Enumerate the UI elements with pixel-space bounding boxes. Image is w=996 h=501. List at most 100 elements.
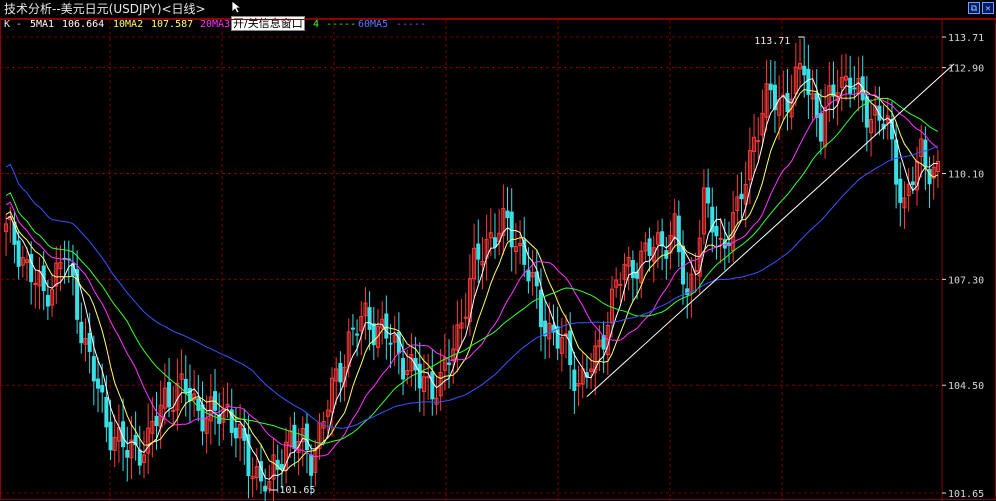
candle-body bbox=[438, 372, 443, 397]
candle-body bbox=[630, 260, 635, 279]
trendline bbox=[586, 63, 955, 397]
candle-body bbox=[555, 326, 560, 349]
y-tick-label-1: 112.90 bbox=[948, 64, 984, 75]
candle-body bbox=[522, 239, 527, 265]
candle-body bbox=[313, 449, 318, 473]
candle-body bbox=[593, 345, 598, 374]
candle-body bbox=[187, 388, 192, 402]
candle-body bbox=[426, 376, 431, 379]
candle-body bbox=[288, 430, 293, 447]
candle-body bbox=[79, 321, 84, 344]
candle-body bbox=[254, 466, 259, 479]
candle-body bbox=[70, 263, 75, 276]
candle-body bbox=[864, 96, 869, 128]
mouse-pointer-icon bbox=[231, 0, 243, 14]
y-tick-label-2: 110.10 bbox=[948, 169, 984, 180]
chart-grid bbox=[0, 19, 996, 501]
candle-body bbox=[802, 65, 807, 76]
candle-body bbox=[869, 118, 874, 134]
price-chart: 113.71 112.90 110.10 107.30 104.50 101.65 113… bbox=[0, 19, 996, 501]
candle-body bbox=[543, 320, 548, 337]
candle-body bbox=[447, 362, 452, 365]
candle-body bbox=[154, 415, 159, 427]
candle-body bbox=[175, 382, 180, 411]
candle-body bbox=[898, 178, 903, 203]
candle-body bbox=[852, 87, 857, 90]
low-label: 101.65 bbox=[279, 485, 315, 496]
candle-body bbox=[137, 449, 142, 466]
candle-body bbox=[480, 260, 485, 266]
candle-body bbox=[919, 138, 924, 158]
candle-body bbox=[50, 289, 55, 306]
ma-line-20 bbox=[5, 92, 939, 458]
candle-body bbox=[405, 370, 410, 376]
candle-body bbox=[551, 324, 556, 333]
candle-body bbox=[284, 441, 289, 471]
candle-body bbox=[614, 279, 619, 288]
candle-body bbox=[371, 323, 376, 346]
candle-body bbox=[12, 221, 17, 245]
candle-body bbox=[697, 237, 702, 277]
restore-icon[interactable]: ⧉ bbox=[968, 2, 980, 14]
candle-body bbox=[221, 408, 226, 423]
legend-ma5-dash: ----- bbox=[396, 19, 427, 30]
candle-body bbox=[735, 196, 740, 212]
candle-body bbox=[292, 424, 297, 449]
candle-body bbox=[171, 409, 176, 412]
close-icon[interactable]: ✕ bbox=[982, 2, 994, 14]
candle-body bbox=[597, 339, 602, 348]
candle-body bbox=[889, 118, 894, 140]
candle-body bbox=[309, 454, 314, 476]
candle-body bbox=[162, 387, 167, 409]
candle-body bbox=[927, 168, 932, 185]
candle-body bbox=[325, 409, 330, 417]
candle-body bbox=[204, 418, 209, 434]
candle-body bbox=[760, 112, 765, 136]
candle-body bbox=[568, 330, 573, 366]
candle-body bbox=[125, 449, 130, 458]
candle-body bbox=[693, 270, 698, 273]
candle-body bbox=[655, 232, 660, 245]
candle-body bbox=[421, 376, 426, 392]
candle-body bbox=[183, 378, 188, 393]
legend-ma5-label: 60MA5 bbox=[358, 19, 389, 30]
candle-body bbox=[104, 396, 109, 428]
candle-body bbox=[564, 333, 569, 337]
candle-body bbox=[589, 368, 594, 372]
candle-body bbox=[814, 92, 819, 118]
candle-body bbox=[618, 283, 623, 286]
candle-body bbox=[923, 139, 928, 167]
candle-body bbox=[576, 382, 581, 387]
price-axis: 113.71 112.90 110.10 107.30 104.50 101.65 bbox=[942, 33, 984, 500]
legend-ma4-dash: ----- bbox=[326, 19, 357, 30]
candle-body bbox=[626, 256, 631, 267]
candle-body bbox=[722, 239, 727, 249]
candle-body bbox=[229, 409, 234, 433]
y-tick-label-5: 101.65 bbox=[948, 489, 984, 500]
candle-body bbox=[146, 427, 151, 454]
candle-body bbox=[885, 115, 890, 124]
candle-body bbox=[271, 454, 276, 480]
candle-body bbox=[643, 242, 648, 252]
candle-body bbox=[388, 342, 393, 345]
candle-body bbox=[843, 75, 848, 81]
candle-body bbox=[472, 247, 477, 280]
candle-body bbox=[835, 92, 840, 102]
candle-body bbox=[823, 107, 828, 148]
info-window-toggle[interactable]: 开/关信息窗口 bbox=[231, 16, 305, 31]
ma-line-30 bbox=[5, 97, 939, 445]
candle-body bbox=[54, 262, 59, 287]
candle-body bbox=[442, 357, 447, 371]
candle-body bbox=[250, 475, 255, 480]
candle-body bbox=[605, 324, 610, 356]
candle-body bbox=[484, 238, 489, 259]
candle-body bbox=[300, 428, 305, 443]
candle-body bbox=[434, 397, 439, 405]
candle-body bbox=[346, 331, 351, 368]
candle-body bbox=[242, 428, 247, 441]
candle-body bbox=[772, 84, 777, 111]
candle-body bbox=[915, 160, 920, 191]
candle-body bbox=[660, 231, 665, 247]
candle-body bbox=[810, 93, 815, 100]
candle-body bbox=[58, 261, 63, 270]
